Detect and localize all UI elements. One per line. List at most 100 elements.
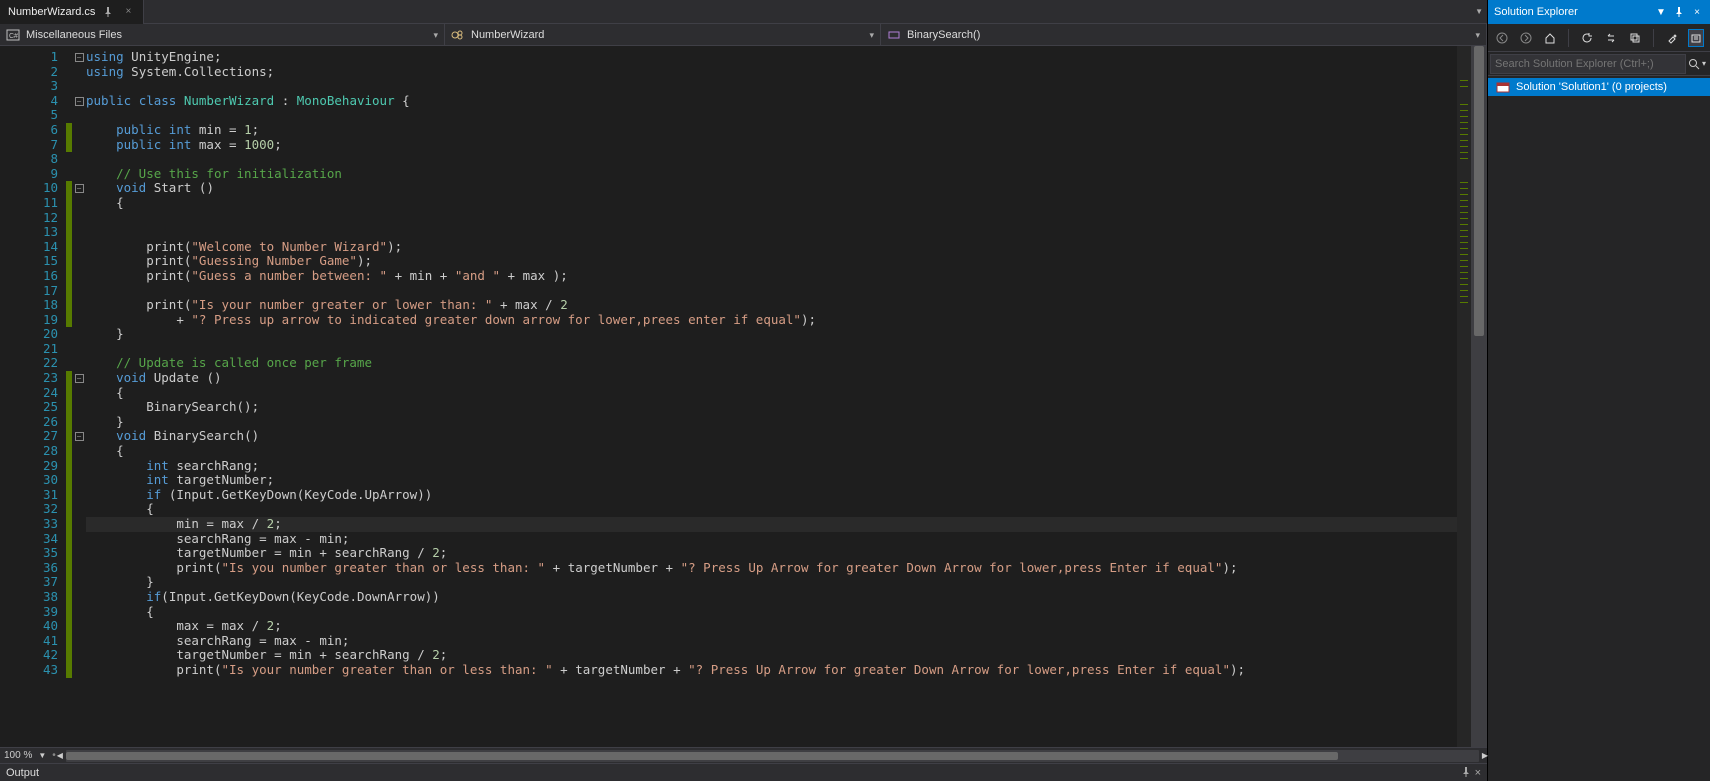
code-line[interactable]: targetNumber = min + searchRang / 2;	[86, 648, 1457, 663]
close-icon[interactable]: ×	[1690, 5, 1704, 19]
code-line[interactable]	[86, 152, 1457, 167]
tab-overflow-icon[interactable]: ▼	[1475, 7, 1483, 16]
code-line[interactable]: {	[86, 386, 1457, 401]
code-line[interactable]	[86, 108, 1457, 123]
code-line[interactable]: print("Is you number greater than or les…	[86, 561, 1457, 576]
scroll-left-icon[interactable]: ◀	[54, 750, 66, 762]
combo-text: BinarySearch()	[907, 29, 980, 41]
collapse-all-icon[interactable]	[1627, 29, 1643, 47]
scroll-right-icon[interactable]: ▶	[1479, 750, 1491, 762]
search-input[interactable]	[1490, 54, 1686, 74]
properties-icon[interactable]	[1664, 29, 1680, 47]
code-line[interactable]: // Use this for initialization	[86, 167, 1457, 182]
code-line[interactable]: searchRang = max - min;	[86, 532, 1457, 547]
code-line[interactable]: print("Is your number greater than or le…	[86, 663, 1457, 678]
overview-map[interactable]	[1457, 46, 1471, 747]
solution-explorer-panel: Solution Explorer ▼ × ▾ Solution 'Soluti…	[1488, 0, 1710, 781]
class-icon	[451, 28, 465, 42]
combo-text: NumberWizard	[471, 29, 544, 41]
code-line[interactable]: public int min = 1;	[86, 123, 1457, 138]
solution-icon	[1496, 80, 1510, 94]
solution-node[interactable]: Solution 'Solution1' (0 projects)	[1488, 78, 1710, 96]
code-line[interactable]	[86, 342, 1457, 357]
code-line[interactable]: if(Input.GetKeyDown(KeyCode.DownArrow))	[86, 590, 1457, 605]
code-editor[interactable]: 1234567891011121314151617181920212223242…	[0, 46, 1487, 747]
member-combo[interactable]: BinarySearch()	[881, 24, 1487, 46]
code-line[interactable]: BinarySearch();	[86, 400, 1457, 415]
code-line[interactable]: {	[86, 196, 1457, 211]
forward-icon[interactable]	[1518, 29, 1534, 47]
scrollbar-thumb[interactable]	[66, 752, 1338, 760]
show-all-files-icon[interactable]	[1688, 29, 1704, 47]
fold-toggle[interactable]: −	[75, 184, 84, 193]
code-line[interactable]: }	[86, 327, 1457, 342]
code-line[interactable]: }	[86, 575, 1457, 590]
solution-explorer-tree[interactable]: Solution 'Solution1' (0 projects)	[1488, 76, 1710, 781]
code-line[interactable]	[86, 79, 1457, 94]
code-line[interactable]: public class NumberWizard : MonoBehaviou…	[86, 94, 1457, 109]
home-icon[interactable]	[1542, 29, 1558, 47]
code-line[interactable]: max = max / 2;	[86, 619, 1457, 634]
search-icon[interactable]: ▾	[1686, 53, 1708, 75]
code-line[interactable]: targetNumber = min + searchRang / 2;	[86, 546, 1457, 561]
code-line[interactable]	[86, 225, 1457, 240]
solution-explorer-search: ▾	[1488, 52, 1710, 76]
code-line[interactable]: print("Is your number greater or lower t…	[86, 298, 1457, 313]
code-line[interactable]: if (Input.GetKeyDown(KeyCode.UpArrow))	[86, 488, 1457, 503]
code-line[interactable]: print("Welcome to Number Wizard");	[86, 240, 1457, 255]
zoom-level[interactable]: 100 %	[4, 750, 32, 761]
panel-title: Solution Explorer	[1494, 6, 1578, 18]
code-line[interactable]: using UnityEngine;	[86, 50, 1457, 65]
horizontal-scrollbar[interactable]: ◀ ▶	[66, 750, 1479, 762]
code-line[interactable]: {	[86, 605, 1457, 620]
divider	[1653, 29, 1654, 47]
code-line[interactable]: {	[86, 444, 1457, 459]
document-tab-bar: NumberWizard.cs × ▼	[0, 0, 1487, 24]
pin-icon[interactable]	[1672, 5, 1686, 19]
code-line[interactable]: + "? Press up arrow to indicated greater…	[86, 313, 1457, 328]
node-label: Solution 'Solution1' (0 projects)	[1516, 81, 1667, 93]
solution-explorer-title-bar[interactable]: Solution Explorer ▼ ×	[1488, 0, 1710, 24]
code-line[interactable]: {	[86, 502, 1457, 517]
csharp-file-icon: C#	[6, 28, 20, 42]
code-line[interactable]: void Update ()	[86, 371, 1457, 386]
close-icon[interactable]: ×	[121, 5, 135, 19]
sync-icon[interactable]	[1603, 29, 1619, 47]
code-line[interactable]	[86, 211, 1457, 226]
code-line[interactable]: int searchRang;	[86, 459, 1457, 474]
code-line[interactable]: print("Guessing Number Game");	[86, 254, 1457, 269]
editor-footer: 100 % ▼ • ◀ ▶	[0, 747, 1487, 763]
pin-icon[interactable]	[1461, 767, 1471, 779]
class-combo[interactable]: NumberWizard	[445, 24, 881, 46]
pin-icon[interactable]	[101, 5, 115, 19]
code-line[interactable]: int targetNumber;	[86, 473, 1457, 488]
code-line[interactable]: }	[86, 415, 1457, 430]
project-combo[interactable]: C# Miscellaneous Files	[0, 24, 445, 46]
code-line[interactable]	[86, 284, 1457, 299]
line-number-gutter: 1234567891011121314151617181920212223242…	[0, 46, 66, 747]
close-icon[interactable]: ×	[1475, 767, 1481, 779]
folding-gutter[interactable]: − − − − −	[72, 46, 86, 747]
fold-toggle[interactable]: −	[75, 53, 84, 62]
window-position-icon[interactable]: ▼	[1654, 5, 1668, 19]
vertical-scrollbar[interactable]	[1471, 46, 1487, 747]
code-line[interactable]: // Update is called once per frame	[86, 356, 1457, 371]
back-icon[interactable]	[1494, 29, 1510, 47]
fold-toggle[interactable]: −	[75, 97, 84, 106]
code-line[interactable]: void Start ()	[86, 181, 1457, 196]
refresh-icon[interactable]	[1579, 29, 1595, 47]
code-line[interactable]: min = max / 2;	[86, 517, 1457, 532]
chevron-down-icon[interactable]: ▼	[38, 751, 46, 760]
output-panel-header[interactable]: Output ×	[0, 763, 1487, 781]
fold-toggle[interactable]: −	[75, 432, 84, 441]
code-line[interactable]: using System.Collections;	[86, 65, 1457, 80]
scrollbar-thumb[interactable]	[1474, 46, 1484, 336]
code-line[interactable]: public int max = 1000;	[86, 138, 1457, 153]
fold-toggle[interactable]: −	[75, 374, 84, 383]
code-line[interactable]: print("Guess a number between: " + min +…	[86, 269, 1457, 284]
code-area[interactable]: using UnityEngine;using System.Collectio…	[86, 46, 1457, 747]
code-line[interactable]: searchRang = max - min;	[86, 634, 1457, 649]
document-tab[interactable]: NumberWizard.cs ×	[0, 0, 144, 24]
code-line[interactable]: void BinarySearch()	[86, 429, 1457, 444]
tab-title: NumberWizard.cs	[8, 6, 95, 18]
